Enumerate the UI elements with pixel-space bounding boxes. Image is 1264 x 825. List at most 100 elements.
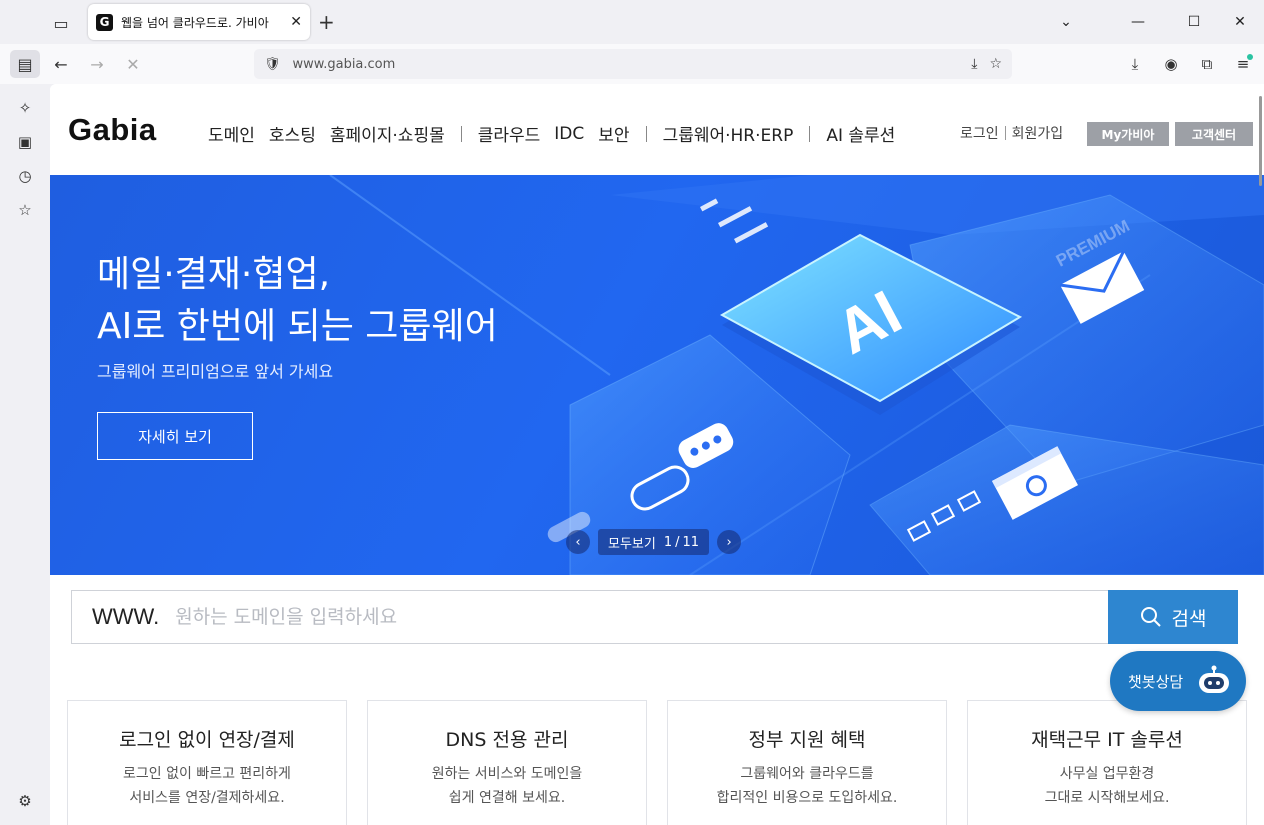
page-viewport: Gabia 도메인 호스팅 홈페이지·쇼핑몰 클라우드 IDC 보안 그룹웨어·… <box>50 84 1264 825</box>
card-description: 로그인 없이 빠르고 편리하게 서비스를 연장/결제하세요. <box>68 762 346 810</box>
card-renew-without-login[interactable]: 로그인 없이 연장/결제 로그인 없이 빠르고 편리하게 서비스를 연장/결제하… <box>67 700 347 825</box>
util-divider <box>1004 126 1006 140</box>
nav-ai-solution[interactable]: AI 솔루션 <box>826 121 895 146</box>
util-links: 로그인 회원가입 <box>960 123 1063 143</box>
calendar-panel-shape <box>869 424 1264 575</box>
banner-prev-chevron-icon[interactable]: ‹ <box>566 530 590 554</box>
card-description: 원하는 서비스와 도메인을 쉽게 연결해 보세요. <box>368 762 646 810</box>
nav-domain[interactable]: 도메인 <box>208 121 255 146</box>
login-link[interactable]: 로그인 <box>960 123 999 143</box>
bookmarks-star-icon[interactable]: ☆ <box>13 198 37 222</box>
hero-banner[interactable]: AI PREMIUM 메일·결재·협업, AI로 한번에 되는 그룹웨어 그룹웨… <box>50 175 1264 575</box>
toolbar-right: ⤓ ◉ ⧉ ≡ <box>1124 50 1254 78</box>
sidebar-toggle-icon[interactable]: ▤ <box>10 50 40 78</box>
forward-arrow-icon[interactable]: → <box>82 50 112 78</box>
robot-icon <box>1199 665 1229 693</box>
banner-view-all[interactable]: 모두보기 <box>608 533 656 552</box>
browser-tab-active[interactable]: G 웹을 넘어 클라우드로. 가비아 ✕ <box>88 4 310 40</box>
maximize-window-icon[interactable]: ☐ <box>1180 8 1208 36</box>
tab-overview-icon[interactable]: ▭ <box>48 10 74 36</box>
hero-title-line-2: AI로 한번에 되는 그룹웨어 <box>97 306 498 347</box>
card-description: 사무실 업무환경 그대로 시작해보세요. <box>968 762 1246 810</box>
site-header: Gabia 도메인 호스팅 홈페이지·쇼핑몰 클라우드 IDC 보안 그룹웨어·… <box>50 84 1264 175</box>
hero-title: 메일·결재·협업, AI로 한번에 되는 그룹웨어 <box>97 249 498 353</box>
nav-homepage-shop[interactable]: 홈페이지·쇼핑몰 <box>330 121 445 146</box>
card-government-support[interactable]: 정부 지원 혜택 그룹웨어와 클라우드를 합리적인 비용으로 도입하세요. <box>667 700 947 825</box>
card-title: 정부 지원 혜택 <box>748 729 866 751</box>
nav-divider <box>460 125 462 142</box>
nav-idc[interactable]: IDC <box>554 124 584 144</box>
domain-search-box: WWW. <box>71 590 1109 644</box>
settings-gear-icon[interactable]: ⚙ <box>13 789 37 813</box>
card-desc-line: 사무실 업무환경 <box>1059 766 1155 782</box>
hero-title-line-1: 메일·결재·협업, <box>97 254 331 295</box>
browser-tab-bar: ▭ G 웹을 넘어 클라우드로. 가비아 ✕ + ⌄ — ☐ ✕ <box>0 0 1264 44</box>
synced-tabs-icon[interactable]: ▣ <box>13 130 37 154</box>
banner-pager-label[interactable]: 모두보기 1 / 11 <box>598 529 710 555</box>
shield-icon[interactable]: 🛡 <box>264 57 281 72</box>
banner-pager: ‹ 모두보기 1 / 11 › <box>566 529 742 555</box>
domain-search-button[interactable]: 검색 <box>1108 590 1238 644</box>
customer-center-button[interactable]: 고객센터 <box>1175 122 1253 146</box>
ai-chatbot-sparkle-icon[interactable]: ✧ <box>13 96 37 120</box>
extensions-puzzle-icon[interactable]: ⧉ <box>1196 50 1218 78</box>
card-title: 재택근무 IT 솔루션 <box>1031 729 1183 751</box>
card-remote-work-it[interactable]: 재택근무 IT 솔루션 사무실 업무환경 그대로 시작해보세요. <box>967 700 1247 825</box>
banner-next-chevron-icon[interactable]: › <box>717 530 742 554</box>
bookmark-star-icon[interactable]: ☆ <box>989 56 1002 72</box>
my-gabia-button[interactable]: My가비아 <box>1087 122 1169 146</box>
domain-search-section: WWW. 검색 <box>50 575 1264 661</box>
feature-cards: 로그인 없이 연장/결제 로그인 없이 빠르고 편리하게 서비스를 연장/결제하… <box>50 661 1264 825</box>
hero-subtitle: 그룹웨어 프리미엄으로 앞서 가세요 <box>97 362 334 381</box>
card-desc-line: 로그인 없이 빠르고 편리하게 <box>123 766 291 782</box>
url-text[interactable]: www.gabia.com <box>293 57 960 72</box>
domain-search-input[interactable] <box>175 606 1109 628</box>
card-desc-line: 쉽게 연결해 보세요. <box>448 790 566 806</box>
gabia-logo[interactable]: Gabia <box>68 112 157 148</box>
main-navigation: 도메인 호스팅 홈페이지·쇼핑몰 클라우드 IDC 보안 그룹웨어·HR·ERP… <box>208 121 909 147</box>
card-desc-line: 그대로 시작해보세요. <box>1044 790 1170 806</box>
gabia-favicon-icon: G <box>96 13 113 31</box>
minimize-window-icon[interactable]: — <box>1124 8 1152 36</box>
hero-details-button[interactable]: 자세히 보기 <box>97 412 253 460</box>
back-arrow-icon[interactable]: ← <box>46 50 76 78</box>
menu-hamburger-icon[interactable]: ≡ <box>1232 50 1254 78</box>
downloads-icon[interactable]: ⤓ <box>1124 50 1146 78</box>
chatbot-label: 챗봇상담 <box>1128 672 1184 691</box>
nav-divider <box>809 125 811 142</box>
banner-page-separator: / <box>675 534 680 550</box>
nav-security[interactable]: 보안 <box>598 121 629 146</box>
card-description: 그룹웨어와 클라우드를 합리적인 비용으로 도입하세요. <box>668 762 946 810</box>
stop-loading-icon[interactable]: ✕ <box>118 50 148 78</box>
nav-hosting[interactable]: 호스팅 <box>269 121 316 146</box>
search-www-prefix: WWW. <box>92 604 160 629</box>
card-title: DNS 전용 관리 <box>445 729 569 751</box>
browser-nav-bar: ▤ ← → ✕ 🛡 www.gabia.com ⤓ ☆ ⤓ ◉ ⧉ ≡ <box>0 44 1264 84</box>
new-tab-button[interactable]: + <box>318 10 335 34</box>
tab-close-icon[interactable]: ✕ <box>290 14 302 30</box>
card-desc-line: 원하는 서비스와 도메인을 <box>431 766 583 782</box>
nav-divider <box>645 125 647 142</box>
signup-link[interactable]: 회원가입 <box>1012 123 1064 143</box>
card-desc-line: 합리적인 비용으로 도입하세요. <box>716 790 898 806</box>
card-desc-line: 그룹웨어와 클라우드를 <box>740 766 874 782</box>
account-icon[interactable]: ◉ <box>1160 50 1182 78</box>
card-desc-line: 서비스를 연장/결제하세요. <box>129 790 285 806</box>
chatbot-button[interactable]: 챗봇상담 <box>1110 651 1246 711</box>
tab-title: 웹을 넘어 클라우드로. 가비아 <box>121 15 269 30</box>
nav-groupware-hr-erp[interactable]: 그룹웨어·HR·ERP <box>663 121 794 146</box>
search-icon <box>1140 607 1161 627</box>
page-scrollbar[interactable] <box>1259 96 1262 186</box>
tab-list-chevron-icon[interactable]: ⌄ <box>1052 8 1080 36</box>
nav-cloud[interactable]: 클라우드 <box>478 121 541 146</box>
search-button-label: 검색 <box>1171 607 1207 630</box>
browser-sidebar: ✧ ▣ ◷ ☆ ⚙ <box>0 84 50 825</box>
install-page-icon[interactable]: ⤓ <box>971 56 977 72</box>
address-bar[interactable]: 🛡 www.gabia.com ⤓ ☆ <box>254 49 1012 79</box>
card-title: 로그인 없이 연장/결제 <box>119 729 295 751</box>
banner-total-pages: 11 <box>682 534 700 550</box>
card-dns-management[interactable]: DNS 전용 관리 원하는 서비스와 도메인을 쉽게 연결해 보세요. <box>367 700 647 825</box>
close-window-icon[interactable]: ✕ <box>1226 8 1254 36</box>
history-clock-icon[interactable]: ◷ <box>13 164 37 188</box>
banner-current-page: 1 <box>663 534 673 550</box>
